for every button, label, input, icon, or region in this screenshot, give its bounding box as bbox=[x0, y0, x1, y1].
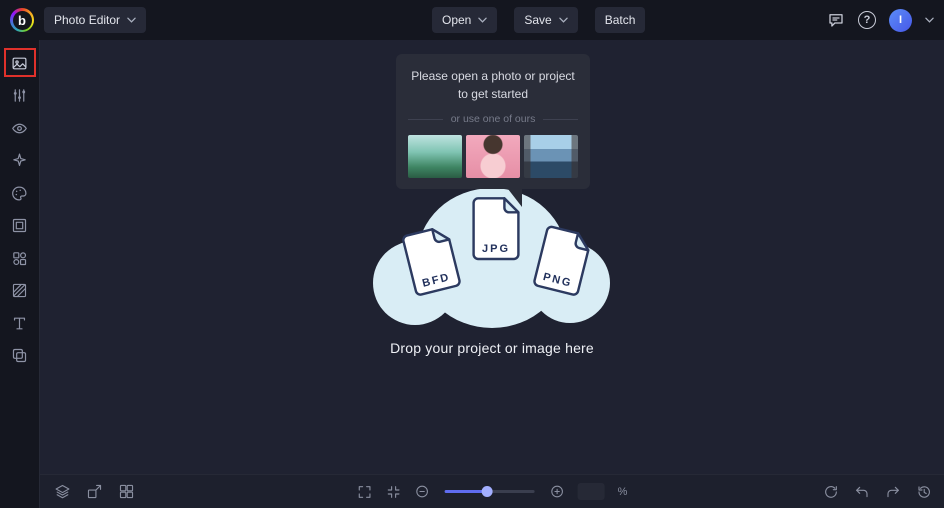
zoom-slider-knob[interactable] bbox=[481, 486, 493, 497]
zoom-slider-fill bbox=[444, 490, 487, 493]
bottombar: % bbox=[40, 474, 944, 508]
zoom-slider[interactable] bbox=[444, 486, 535, 498]
zoom-in-icon[interactable] bbox=[550, 484, 565, 499]
sample-thumbnails bbox=[408, 135, 578, 178]
resize-canvas-icon[interactable] bbox=[86, 483, 103, 500]
account-chevron-down-icon[interactable] bbox=[925, 17, 934, 23]
zoom-percent-input[interactable] bbox=[577, 483, 605, 500]
sidebar-item-frames[interactable] bbox=[4, 210, 36, 243]
history-icon[interactable] bbox=[916, 484, 932, 500]
app-menu-button[interactable]: Photo Editor bbox=[44, 7, 147, 33]
save-label: Save bbox=[524, 13, 552, 27]
van-sample-photo[interactable] bbox=[408, 135, 462, 178]
tools-sidebar bbox=[0, 40, 40, 508]
divider-line bbox=[543, 118, 579, 120]
popover-divider-label: or use one of ours bbox=[450, 113, 536, 125]
chevron-down-icon bbox=[127, 17, 136, 23]
texture-icon bbox=[12, 284, 27, 298]
save-button[interactable]: Save bbox=[514, 7, 578, 33]
chevron-down-icon bbox=[558, 17, 568, 23]
percent-label: % bbox=[617, 485, 628, 498]
grid-view-icon[interactable] bbox=[118, 483, 135, 500]
undo-icon[interactable] bbox=[854, 484, 870, 500]
graphics-icon bbox=[12, 349, 27, 363]
effects-icon bbox=[13, 153, 26, 167]
canvas-area[interactable]: Please open a photo or project to get st… bbox=[40, 40, 944, 474]
popover-divider: or use one of ours bbox=[408, 113, 579, 125]
dropzone-caption: Drop your project or image here bbox=[390, 340, 594, 356]
divider-line bbox=[408, 118, 443, 120]
popover-tail bbox=[508, 189, 522, 207]
sidebar-item-text[interactable] bbox=[4, 307, 36, 340]
open-button[interactable]: Open bbox=[432, 7, 498, 33]
image-icon bbox=[12, 57, 27, 70]
adjust-icon bbox=[13, 89, 26, 103]
sidebar-item-textures[interactable] bbox=[4, 275, 36, 308]
fit-to-screen-icon[interactable] bbox=[386, 484, 402, 500]
portrait-sample-photo[interactable] bbox=[466, 135, 520, 178]
help-icon[interactable]: ? bbox=[858, 11, 876, 29]
redo-icon[interactable] bbox=[885, 484, 901, 500]
eye-icon bbox=[12, 123, 27, 134]
feedback-comment-icon[interactable] bbox=[827, 11, 845, 29]
logo-letter: b bbox=[12, 10, 32, 30]
popover-title: Please open a photo or project to get st… bbox=[411, 69, 575, 101]
app-logo[interactable]: b bbox=[10, 8, 34, 32]
batch-label: Batch bbox=[604, 13, 636, 27]
file-label: JPG bbox=[481, 243, 510, 255]
sidebar-item-edit[interactable] bbox=[4, 80, 36, 113]
text-icon bbox=[13, 317, 26, 330]
overlays-icon bbox=[13, 251, 27, 265]
sidebar-item-touch-up[interactable] bbox=[4, 112, 36, 145]
sidebar-item-graphics[interactable] bbox=[4, 340, 36, 373]
sidebar-item-artsy[interactable] bbox=[4, 177, 36, 210]
get-started-popover: Please open a photo or project to get st… bbox=[396, 54, 590, 207]
sidebar-item-overlays[interactable] bbox=[4, 242, 36, 275]
batch-button[interactable]: Batch bbox=[594, 7, 646, 33]
avatar[interactable]: I bbox=[889, 8, 912, 32]
zoom-out-icon[interactable] bbox=[415, 484, 430, 499]
reset-icon[interactable] bbox=[823, 484, 839, 500]
frame-icon bbox=[12, 219, 27, 233]
layers-icon[interactable] bbox=[54, 483, 71, 500]
topbar: b Photo Editor Open Save Batch ? I bbox=[0, 0, 944, 40]
canal-sample-photo[interactable] bbox=[524, 135, 578, 178]
fullscreen-icon[interactable] bbox=[357, 484, 373, 500]
app-menu-label: Photo Editor bbox=[54, 13, 121, 27]
photo-editor-app: b Photo Editor Open Save Batch ? I Pleas… bbox=[0, 0, 944, 508]
sidebar-item-effects[interactable] bbox=[4, 145, 36, 178]
chevron-down-icon bbox=[478, 17, 488, 23]
palette-icon bbox=[12, 186, 27, 201]
open-label: Open bbox=[442, 13, 472, 27]
sidebar-item-image-manager[interactable] bbox=[4, 47, 36, 80]
